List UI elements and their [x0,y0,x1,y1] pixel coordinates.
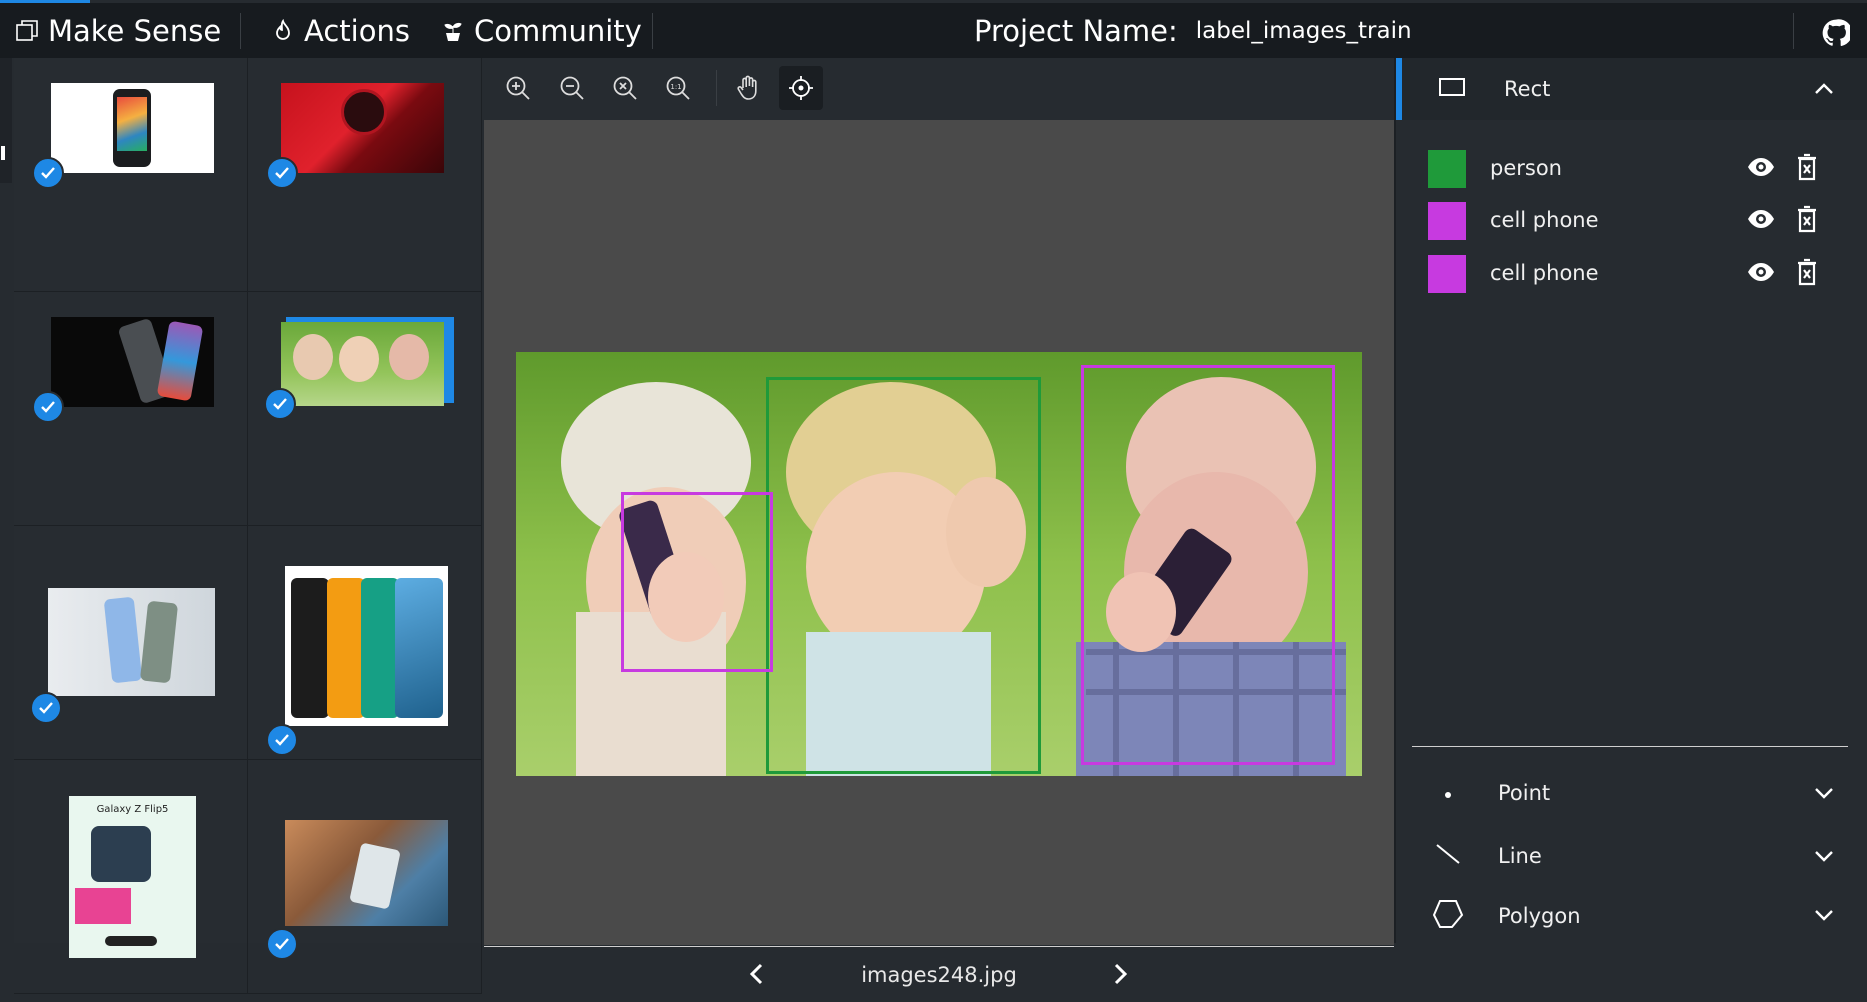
image-canvas[interactable] [484,120,1394,945]
actions-label: Actions [304,13,410,48]
brand-logo[interactable]: Make Sense [16,3,221,58]
current-file-name: images248.jpg [861,963,1017,987]
delete-icon[interactable] [1796,258,1818,290]
side-tab-marker [1,146,5,160]
thumbnail-image [48,588,215,696]
gallery-item[interactable] [14,526,248,760]
polygon-icon [1432,899,1464,933]
logo-icon [16,19,38,41]
zoom-actual-icon[interactable]: 1:1 [656,66,700,110]
gallery-item[interactable]: Galaxy Z Flip5 [14,760,248,994]
pan-hand-icon[interactable] [726,66,770,110]
bbox-person[interactable] [766,377,1041,774]
zoom-fit-icon[interactable] [603,66,647,110]
plant-icon [444,22,462,41]
annotated-check-icon [32,157,64,189]
thumbnail-image [281,83,444,173]
thumbnail-image [51,317,214,407]
zoom-in-icon[interactable] [496,66,540,110]
project-name: Project Name: label_images_train [974,3,1412,58]
annotated-check-icon [266,157,298,189]
project-name-label: Project Name: [974,13,1178,48]
bbox-cell-phone[interactable] [621,492,773,672]
thumbnail-image: Galaxy Z Flip5 [69,796,196,958]
label-type-polygon[interactable]: Polygon [1396,888,1867,943]
flame-icon [276,18,290,40]
gallery-item[interactable] [248,526,482,760]
label-type-name: Rect [1504,77,1551,101]
rect-icon [1438,77,1466,101]
top-bar: Make Sense Actions Community Project Nam… [0,0,1867,58]
thumbnail-title: Galaxy Z Flip5 [96,804,169,815]
next-image-button[interactable] [1109,961,1131,991]
nav-divider [652,13,653,49]
delete-icon[interactable] [1796,205,1818,237]
brand-name: Make Sense [48,13,222,48]
annotated-check-icon [32,391,64,423]
thumbnail-image [285,820,448,926]
crosshair-icon[interactable] [779,66,823,110]
images-side-tab[interactable] [0,58,12,183]
bbox-cell-phone[interactable] [1081,365,1335,765]
label-name[interactable]: cell phone [1490,261,1599,285]
gallery-item-selected[interactable] [248,292,482,526]
gallery-item[interactable] [248,760,482,994]
label-type-name: Polygon [1498,903,1581,928]
annotated-check-icon [266,928,298,960]
annotated-image [516,352,1362,776]
thumbnail-image [51,83,214,173]
nav-divider [240,13,241,49]
label-type-point[interactable]: Point [1396,762,1867,824]
point-icon [1444,784,1452,803]
gallery-item[interactable] [248,58,482,292]
delete-icon[interactable] [1796,153,1818,185]
label-type-name: Point [1498,781,1551,805]
image-gallery[interactable]: Galaxy Z Flip5 [14,58,482,994]
nav-divider [1793,13,1794,49]
chevron-down-icon[interactable] [1814,784,1834,803]
label-row[interactable]: cell phone [1428,253,1848,293]
toolbar-divider [716,70,717,106]
label-row[interactable]: person [1428,148,1848,188]
annotated-check-icon [30,692,62,724]
label-name[interactable]: person [1490,156,1562,180]
eye-icon[interactable] [1746,208,1776,234]
chevron-down-icon[interactable] [1814,847,1834,866]
label-type-line[interactable]: Line [1396,825,1867,887]
label-color-swatch[interactable] [1428,202,1466,240]
zoom-out-icon[interactable] [550,66,594,110]
thumbnail-image [281,322,444,406]
eye-icon[interactable] [1746,156,1776,182]
annotated-check-icon [266,724,298,756]
community-menu[interactable]: Community [442,3,642,58]
actions-menu[interactable]: Actions [272,3,410,58]
eye-icon[interactable] [1746,261,1776,287]
chevron-down-icon[interactable] [1814,906,1834,925]
panel-divider [1412,746,1848,747]
project-name-value[interactable]: label_images_train [1196,18,1412,44]
label-row[interactable]: cell phone [1428,200,1848,240]
svg-text:1:1: 1:1 [670,83,681,91]
label-type-name: Line [1498,844,1542,868]
annotated-check-icon [264,388,296,420]
labels-panel: Rect person cell phone cell phone Point … [1394,58,1867,943]
label-type-rect[interactable]: Rect [1396,58,1867,120]
community-label: Community [474,13,642,48]
chevron-up-icon[interactable] [1814,80,1834,99]
line-icon [1434,842,1462,870]
label-name[interactable]: cell phone [1490,208,1599,232]
github-icon[interactable] [1822,19,1853,51]
thumbnail-image [285,566,448,726]
editor-toolbar: 1:1 [484,58,1394,121]
editor-area: 1:1 images248.jpg [484,58,1394,1002]
label-color-swatch[interactable] [1428,255,1466,293]
gallery-item[interactable] [14,292,248,526]
gallery-item[interactable] [14,58,248,292]
label-color-swatch[interactable] [1428,150,1466,188]
image-navigator: images248.jpg [484,946,1394,1002]
